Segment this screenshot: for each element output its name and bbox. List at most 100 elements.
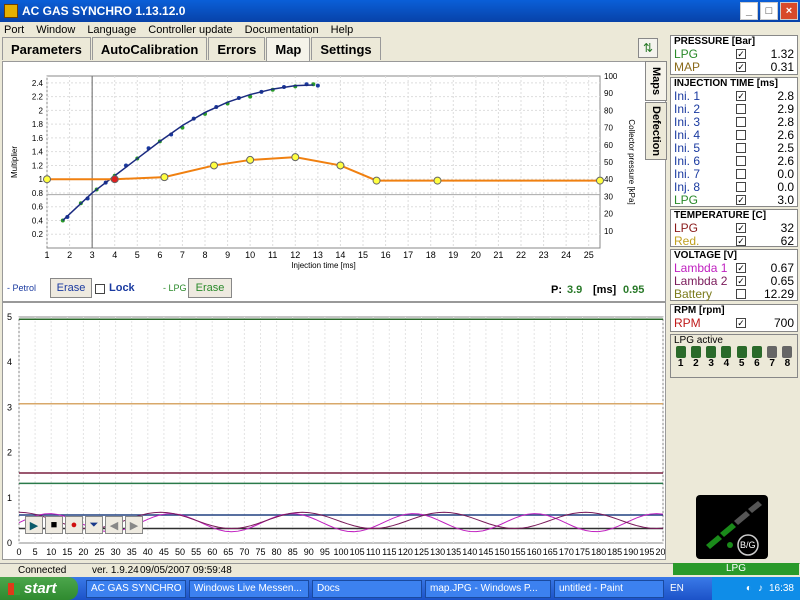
voltage-checkbox[interactable]: [736, 288, 746, 299]
multiplier-point: [43, 175, 51, 184]
menu-port[interactable]: Port: [4, 24, 24, 36]
injection-value: 2.8: [777, 114, 794, 129]
pressure-label: LPG: [674, 46, 699, 61]
injection-row: Ini. 7 0.0: [671, 167, 797, 181]
injection-row: Ini. 5 2.5: [671, 141, 797, 155]
x-tick-label: 45: [159, 547, 169, 557]
y-tick-label: 1.4: [32, 148, 44, 157]
play-button[interactable]: ▶: [25, 516, 43, 534]
lpg-status-badge: LPG: [673, 563, 799, 575]
x-tick-label: 40: [143, 547, 153, 557]
stop-record-button[interactable]: ⏷: [85, 516, 103, 534]
x-tick-label: 175: [575, 547, 590, 557]
y-tick-label: 2.2: [32, 93, 44, 102]
menu-documentation[interactable]: Documentation: [245, 24, 319, 36]
taskbar: start AC GAS SYNCHRO Windows Live Messen…: [0, 577, 800, 600]
back-button[interactable]: ◀: [105, 516, 123, 534]
maximize-button[interactable]: □: [760, 2, 778, 20]
tab-defection[interactable]: Defection: [645, 102, 667, 160]
y-tick-label: 0.8: [32, 189, 44, 198]
temperature-group: TEMPERATURE [C] LPG ✓ 32 Red. ✓ 62: [670, 209, 798, 248]
voltage-checkbox[interactable]: ✓: [736, 262, 746, 273]
injection-checkbox[interactable]: ✓: [736, 194, 746, 205]
y-tick-label: 0.2: [32, 230, 44, 239]
volume-icon[interactable]: ♪: [758, 583, 763, 594]
injection-checkbox[interactable]: [736, 142, 746, 153]
temperature-value: 62: [780, 233, 794, 248]
lock-checkbox[interactable]: [95, 284, 105, 294]
pressure-checkbox[interactable]: ✓: [736, 61, 746, 72]
task-paint[interactable]: untitled - Paint: [554, 579, 664, 598]
task-map-jpg[interactable]: map.JPG - Windows P...: [425, 579, 551, 598]
language-indicator[interactable]: EN: [670, 583, 684, 594]
stop-button[interactable]: ■: [45, 516, 63, 534]
menu-help[interactable]: Help: [331, 24, 354, 36]
injection-checkbox[interactable]: [736, 116, 746, 127]
injector-status-icon: 7: [766, 346, 779, 369]
injection-title: INJECTION TIME [ms]: [674, 78, 778, 89]
injection-checkbox[interactable]: [736, 155, 746, 166]
tab-map[interactable]: Map: [266, 37, 311, 61]
y-tick-label: 3: [7, 402, 12, 412]
map-chart[interactable]: 1 2 3 4 5 6 7 8 9 10 11 12 13 14 15 16 17 18 19 20 21 22 23 24 2…: [3, 62, 665, 301]
injection-value: 2.6: [777, 153, 794, 168]
voltage-label: Lambda 2: [674, 273, 728, 288]
injection-row: Ini. 1 ✓ 2.8: [671, 89, 797, 103]
system-tray: ◐ ♪ 16:38: [712, 577, 800, 600]
pressure-checkbox[interactable]: ✓: [736, 48, 746, 59]
task-ac-gas[interactable]: AC GAS SYNCHRO: [86, 579, 186, 598]
gauge-indicator: B/G: [696, 495, 768, 559]
refresh-arrow-button[interactable]: ⇅: [638, 38, 658, 58]
multiplier-point: [291, 153, 300, 162]
rpm-title: RPM [rpm]: [674, 305, 725, 316]
x-tick-label: 5: [33, 547, 38, 557]
injection-row: Ini. 3 2.8: [671, 114, 797, 129]
tab-settings[interactable]: Settings: [311, 37, 381, 60]
tab-bar: Parameters AutoCalibration Errors Map Se…: [2, 37, 382, 61]
record-button[interactable]: ●: [65, 516, 83, 534]
p-value: 3.9: [567, 284, 583, 296]
menu-window[interactable]: Window: [36, 24, 75, 36]
menu-language[interactable]: Language: [87, 24, 136, 36]
injection-row: Inj. 8 0.0: [671, 180, 797, 194]
x-tick-label: 13: [313, 250, 323, 260]
ms-label: [ms]: [593, 284, 617, 296]
injection-checkbox[interactable]: [736, 103, 746, 114]
forward-button[interactable]: ▶: [125, 516, 143, 534]
temperature-value: 32: [780, 220, 794, 235]
temperature-label: LPG: [674, 220, 699, 235]
x-tick-label: 15: [358, 250, 368, 260]
x-tick-label: 16: [381, 250, 391, 260]
rpm-checkbox[interactable]: ✓: [736, 317, 746, 328]
tab-errors[interactable]: Errors: [208, 37, 266, 60]
injection-checkbox[interactable]: [736, 181, 746, 192]
x-tick-label: 170: [559, 547, 574, 557]
tab-autocalibration[interactable]: AutoCalibration: [91, 37, 208, 60]
tray-icon[interactable]: ◐: [746, 583, 752, 594]
x-tick-label: 2: [67, 250, 72, 260]
injection-row: Ini. 2 2.9: [671, 102, 797, 116]
x-tick-label: 130: [430, 547, 445, 557]
task-messenger[interactable]: Windows Live Messen...: [189, 579, 309, 598]
tab-maps[interactable]: Maps: [645, 61, 667, 101]
start-button[interactable]: start: [0, 577, 78, 600]
injection-checkbox[interactable]: [736, 168, 746, 179]
menu-controller-update[interactable]: Controller update: [148, 24, 232, 36]
voltage-row: Lambda 1 ✓ 0.67: [671, 261, 797, 275]
injection-checkbox[interactable]: [736, 129, 746, 140]
minimize-button[interactable]: _: [740, 2, 758, 20]
tab-parameters[interactable]: Parameters: [2, 37, 91, 60]
erase-lpg-button[interactable]: Erase: [188, 278, 232, 298]
temperature-checkbox[interactable]: ✓: [736, 222, 746, 233]
x-tick-label: 190: [623, 547, 638, 557]
task-docs[interactable]: Docs: [312, 579, 422, 598]
x-tick-label: 80: [272, 547, 282, 557]
close-button[interactable]: ×: [780, 2, 798, 20]
temperature-checkbox[interactable]: ✓: [736, 235, 746, 246]
x-tick-label: 85: [288, 547, 298, 557]
injection-checkbox[interactable]: ✓: [736, 90, 746, 101]
erase-petrol-button[interactable]: Erase: [50, 278, 92, 298]
y-right-tick-label: 40: [604, 175, 613, 184]
multiplier-point: [210, 161, 219, 170]
voltage-checkbox[interactable]: ✓: [736, 275, 746, 286]
